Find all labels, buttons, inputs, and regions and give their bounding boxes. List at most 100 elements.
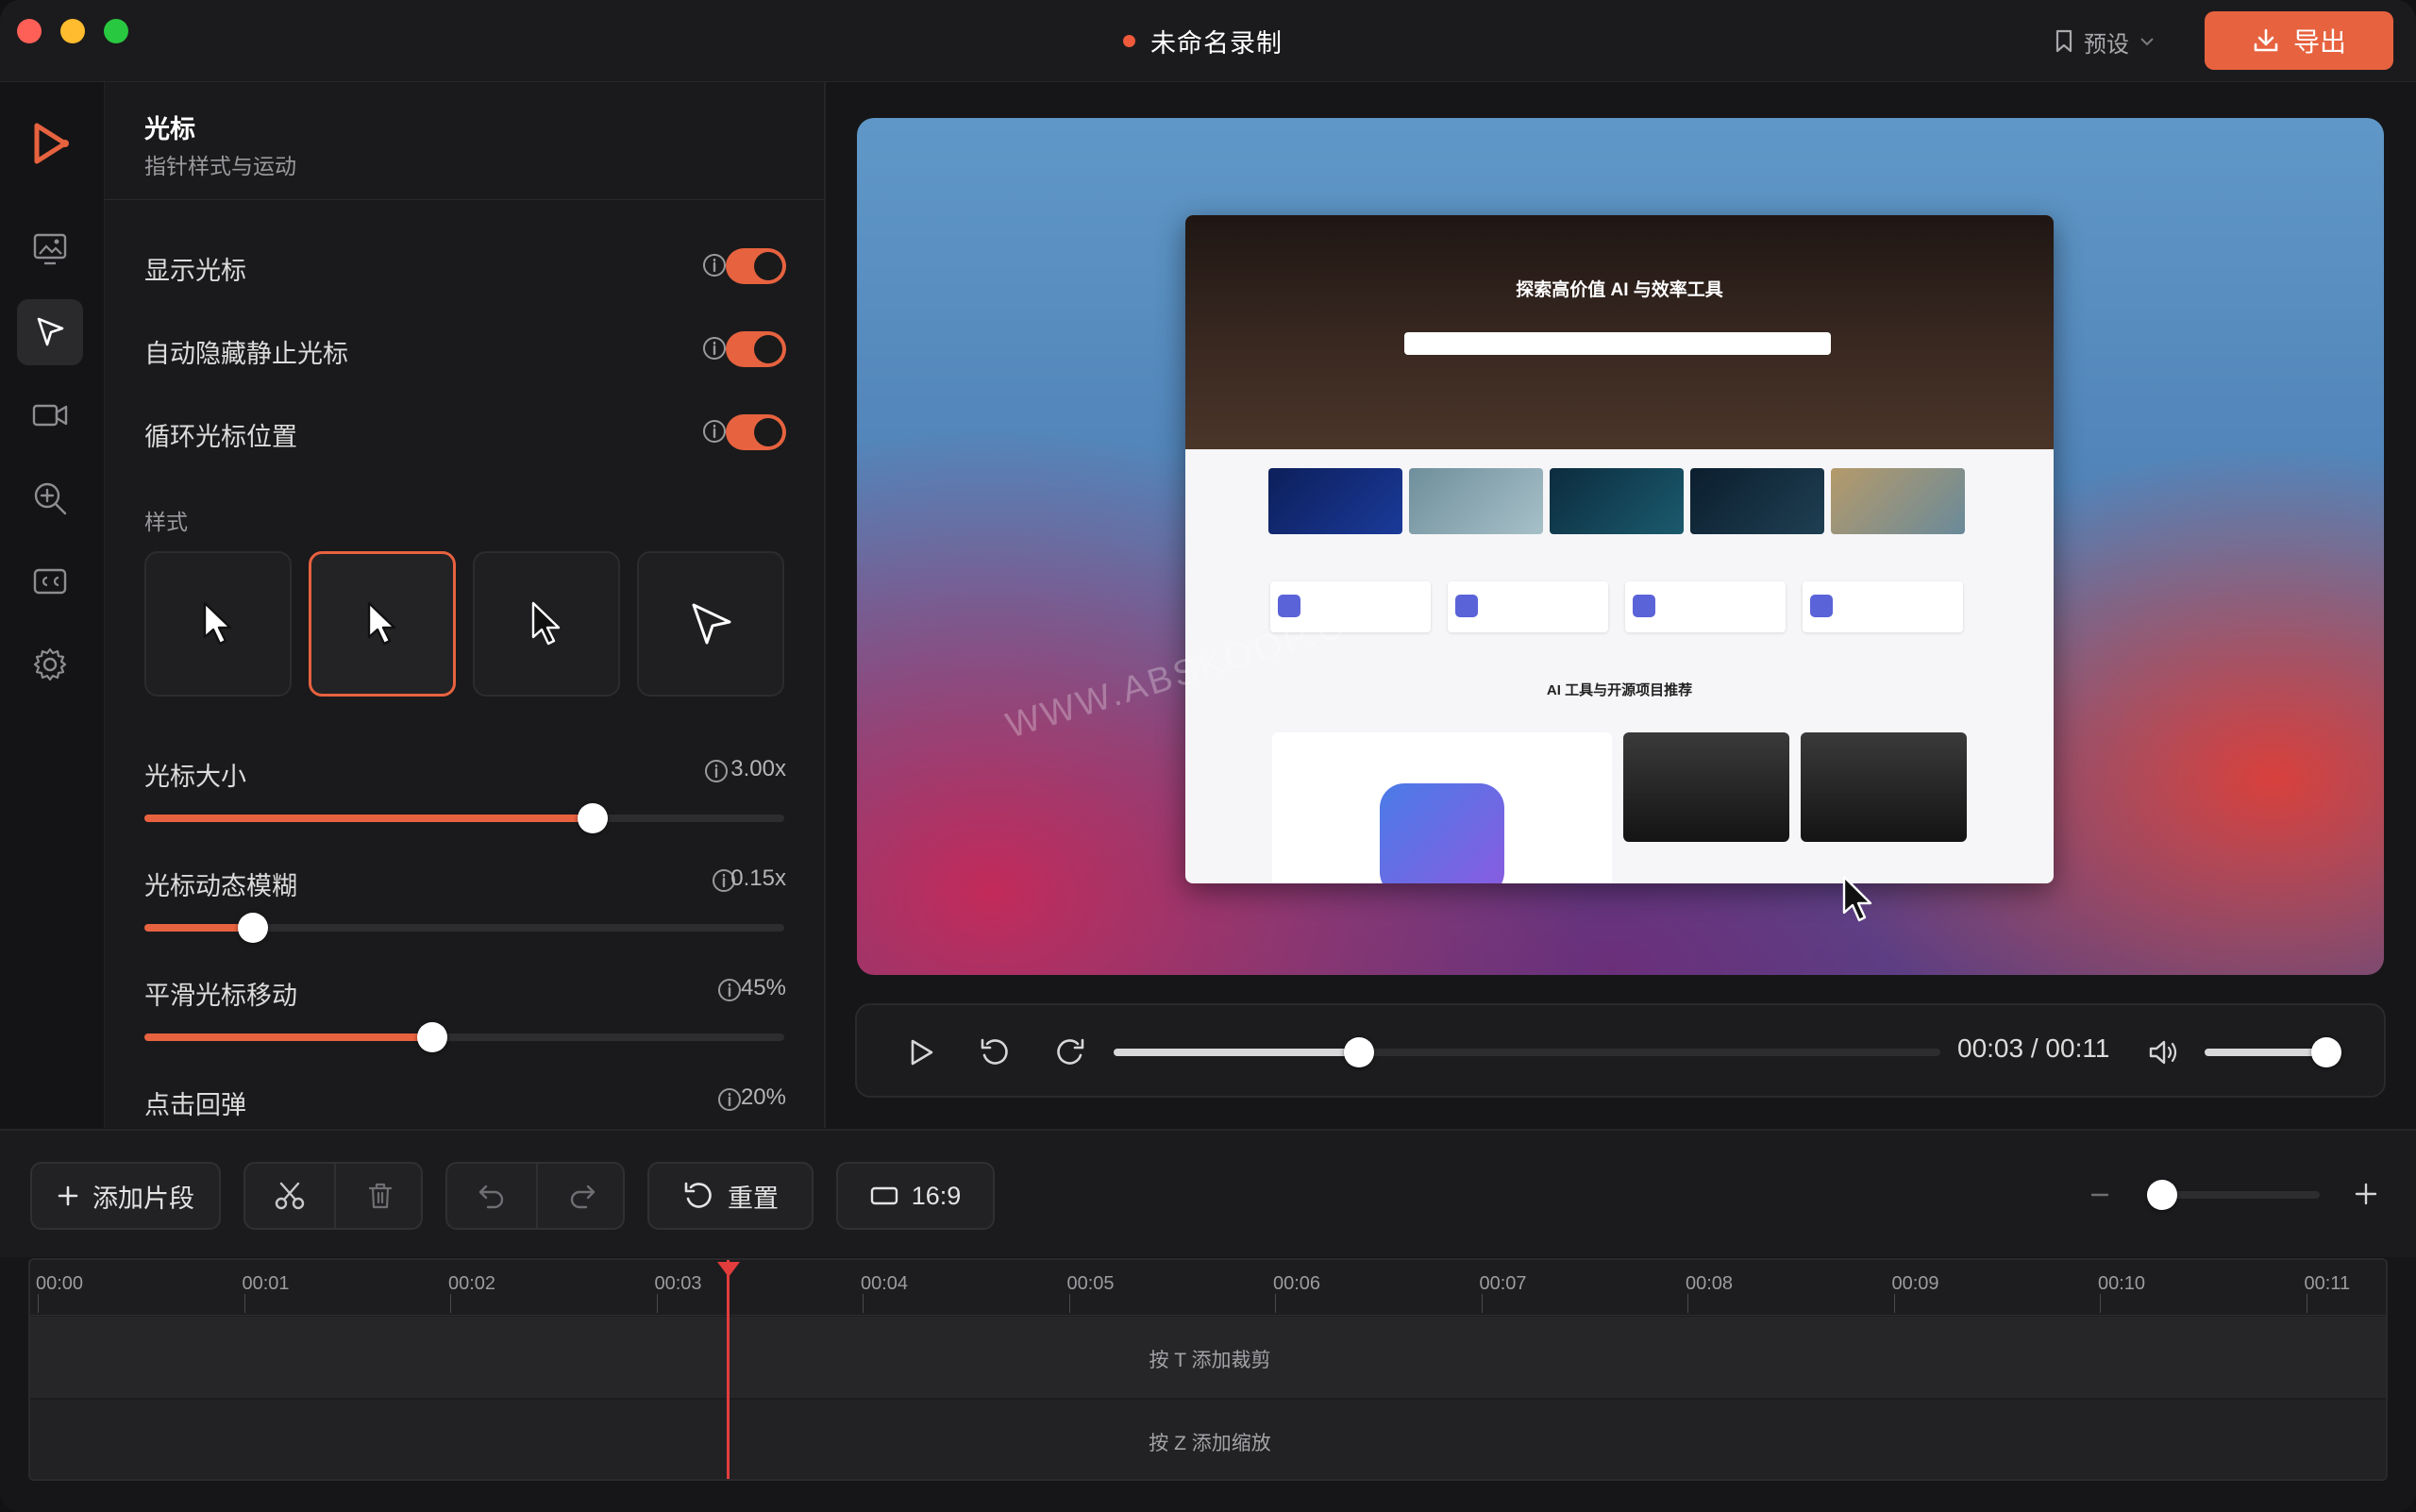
toggle-row-loop-position: 循环光标位置 (144, 409, 786, 456)
sidebar-item-logo[interactable] (17, 110, 83, 176)
add-clip-label: 添加片段 (92, 1184, 194, 1213)
rotate-left-icon (981, 1038, 1008, 1065)
recorded-screen-frame: 探索高价值 AI 与效率工具 AI 工具与开源项目推荐 (1185, 215, 2054, 883)
slider-label: 平滑光标移动 (144, 982, 297, 1010)
zoom-icon (34, 482, 67, 515)
zoom-out-icon[interactable] (2089, 1191, 2110, 1199)
sidebar-item-captions[interactable] (17, 548, 83, 614)
reset-button[interactable]: 重置 (647, 1162, 814, 1230)
window-title-text: 未命名录制 (1150, 28, 1283, 58)
slider-handle[interactable] (238, 913, 269, 943)
slider-handle[interactable] (577, 803, 608, 833)
zoom-in-icon[interactable] (2354, 1182, 2378, 1206)
arrow-cursor-outline-icon (203, 601, 232, 646)
slider-row-motion-blur: 光标动态模糊 0.15x (144, 858, 786, 905)
rewind-button[interactable] (976, 1033, 1014, 1071)
sidebar-item-zoom[interactable] (17, 465, 83, 531)
cursor-style-option-1[interactable] (144, 551, 292, 697)
cursor-settings-panel: 光标 指针样式与运动 显示光标 自动隐藏静止光标 循环光标位置 样式 光标大小 … (105, 82, 826, 1128)
slider-label: 光标大小 (144, 763, 246, 791)
toggle-knob (754, 418, 782, 446)
recorded-section-title: AI 工具与开源项目推荐 (1546, 682, 1693, 698)
recorded-tile (1409, 468, 1543, 534)
minimize-window-button[interactable] (60, 19, 85, 43)
video-preview[interactable]: 探索高价值 AI 与效率工具 AI 工具与开源项目推荐 WWW.ABSKOOP.… (857, 118, 2384, 975)
slider-handle[interactable] (417, 1022, 448, 1052)
info-icon[interactable] (716, 977, 743, 1003)
recorded-card (1803, 581, 1963, 632)
info-icon[interactable] (701, 418, 728, 445)
info-icon[interactable] (716, 1086, 743, 1113)
cursor-style-option-3[interactable] (473, 551, 620, 697)
playhead-marker-icon[interactable] (717, 1262, 740, 1277)
info-icon[interactable] (701, 252, 728, 278)
add-clip-button[interactable]: 添加片段 (30, 1162, 221, 1230)
slider-row-click-bounce: 点击回弹 20% (144, 1077, 786, 1124)
tick-label: 00:05 (1066, 1273, 1115, 1294)
playhead[interactable] (727, 1260, 730, 1479)
volume-handle[interactable] (2310, 1037, 2341, 1067)
aspect-ratio-button[interactable]: 16:9 (836, 1162, 995, 1230)
close-window-button[interactable] (17, 19, 42, 43)
redo-button[interactable] (538, 1164, 623, 1228)
sidebar-item-camera[interactable] (17, 382, 83, 448)
smooth-movement-slider[interactable] (144, 1022, 784, 1052)
tick-label: 00:04 (861, 1273, 909, 1294)
auto-hide-cursor-toggle[interactable] (726, 331, 786, 367)
delete-button[interactable] (336, 1164, 421, 1228)
slider-label: 光标动态模糊 (144, 872, 297, 900)
sidebar-item-settings[interactable] (17, 631, 83, 697)
volume-slider[interactable] (2205, 1037, 2341, 1067)
sidebar-rail (0, 82, 105, 1128)
timeline[interactable]: 00:00 00:01 00:02 00:03 00:04 00:05 00:06 00:07… (28, 1258, 2388, 1481)
undo-button[interactable] (447, 1164, 538, 1228)
preset-dropdown[interactable]: 预设 (2054, 25, 2156, 59)
forward-button[interactable] (1051, 1033, 1089, 1071)
show-cursor-toggle[interactable] (726, 248, 786, 284)
zoom-track[interactable]: 按 Z 添加缩放 (30, 1400, 2386, 1479)
recorded-tile (1831, 468, 1965, 534)
preview-cursor-icon (1842, 875, 1872, 922)
undo-icon (478, 1184, 504, 1209)
motion-blur-slider[interactable] (144, 913, 784, 943)
arrow-cursor-black-icon (531, 601, 561, 646)
tick-mark (38, 1294, 39, 1313)
sidebar-item-background[interactable] (17, 216, 83, 282)
tick-mark (450, 1294, 451, 1313)
tick-mark (656, 1294, 658, 1313)
panel-header: 光标 指针样式与运动 (105, 82, 824, 200)
cursor-style-option-4[interactable] (637, 551, 784, 697)
cursor-size-slider[interactable] (144, 803, 784, 833)
play-icon (911, 1039, 933, 1066)
toggle-knob (754, 335, 782, 363)
play-button[interactable] (902, 1033, 940, 1071)
download-icon (2254, 28, 2278, 52)
export-button[interactable]: 导出 (2205, 11, 2393, 70)
tick-label: 00:09 (1891, 1273, 1939, 1294)
tick-label: 00:03 (654, 1273, 702, 1294)
timeline-zoom-slider[interactable] (2146, 1180, 2320, 1210)
split-button[interactable] (245, 1164, 336, 1228)
slider-fill (144, 815, 593, 822)
info-icon[interactable] (701, 335, 728, 361)
clip-edit-group (243, 1162, 423, 1230)
time-ruler[interactable]: 00:00 00:01 00:02 00:03 00:04 00:05 00:06 00:07… (30, 1260, 2386, 1316)
trim-track[interactable]: 按 T 添加裁剪 (30, 1317, 2386, 1398)
bookmark-icon (2055, 29, 2072, 53)
loop-cursor-position-toggle[interactable] (726, 414, 786, 450)
playback-scrubber[interactable] (1114, 1037, 1940, 1067)
zoom-window-button[interactable] (104, 19, 128, 43)
slider-row-cursor-size: 光标大小 3.00x (144, 748, 786, 796)
preset-label: 预设 (2084, 31, 2129, 58)
info-icon[interactable] (703, 758, 730, 784)
cursor-style-option-2[interactable] (309, 551, 456, 697)
current-time: 00:03 (1957, 1033, 2024, 1063)
tick-label: 00:02 (448, 1273, 496, 1294)
timeline-zoom-handle[interactable] (2146, 1180, 2177, 1210)
volume-button[interactable] (2144, 1033, 2182, 1071)
tick-label: 00:01 (242, 1273, 290, 1294)
sidebar-item-cursor[interactable] (17, 299, 83, 365)
playback-scrubber-handle[interactable] (1344, 1037, 1375, 1067)
title-bar: 未命名录制 预设 导出 (0, 0, 2416, 82)
recorded-tile (1550, 468, 1684, 534)
